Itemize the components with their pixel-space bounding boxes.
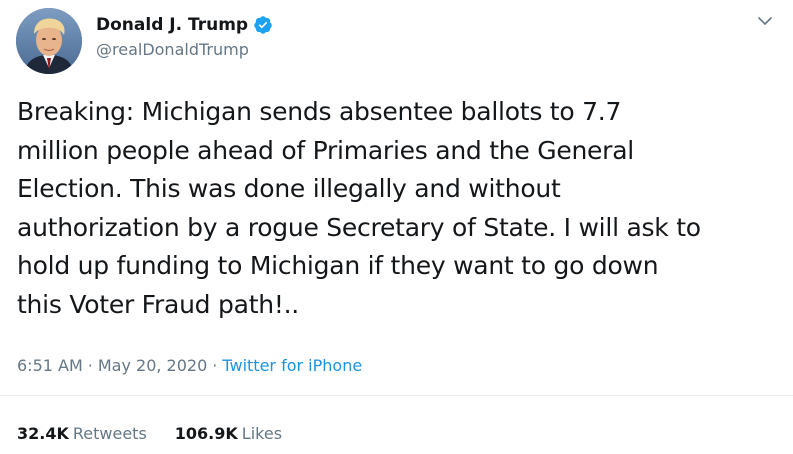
likes-label: Likes	[241, 424, 283, 443]
tweet-card: Donald J. Trump @realDonaldTrump Breakin…	[0, 0, 793, 454]
handle[interactable]: @realDonaldTrump	[96, 39, 273, 61]
tweet-source-link[interactable]: Twitter for iPhone	[222, 356, 362, 375]
likes-stat[interactable]: 106.9K Likes	[175, 422, 282, 446]
tweet-stats: 32.4K Retweets 106.9K Likes	[17, 422, 282, 446]
tweet-time[interactable]: 6:51 AM	[17, 356, 83, 375]
retweets-count: 32.4K	[17, 424, 69, 443]
tweet-date[interactable]: May 20, 2020	[98, 356, 207, 375]
author-info: Donald J. Trump @realDonaldTrump	[96, 13, 273, 61]
retweets-stat[interactable]: 32.4K Retweets	[17, 422, 147, 446]
avatar[interactable]	[16, 8, 82, 74]
divider	[0, 395, 793, 396]
chevron-down-icon[interactable]	[756, 14, 774, 28]
meta-separator: ·	[87, 356, 93, 375]
verified-badge-icon	[253, 15, 273, 35]
meta-separator: ·	[212, 356, 218, 375]
display-name[interactable]: Donald J. Trump	[96, 13, 248, 37]
tweet-meta: 6:51 AM · May 20, 2020 · Twitter for iPhone	[17, 354, 362, 378]
profile-photo-icon	[16, 8, 82, 74]
likes-count: 106.9K	[174, 424, 238, 443]
display-name-row: Donald J. Trump	[96, 13, 273, 37]
retweets-label: Retweets	[72, 424, 147, 443]
tweet-header: Donald J. Trump @realDonaldTrump	[16, 8, 776, 74]
tweet-text: Breaking: Michigan sends absentee ballot…	[17, 97, 701, 319]
